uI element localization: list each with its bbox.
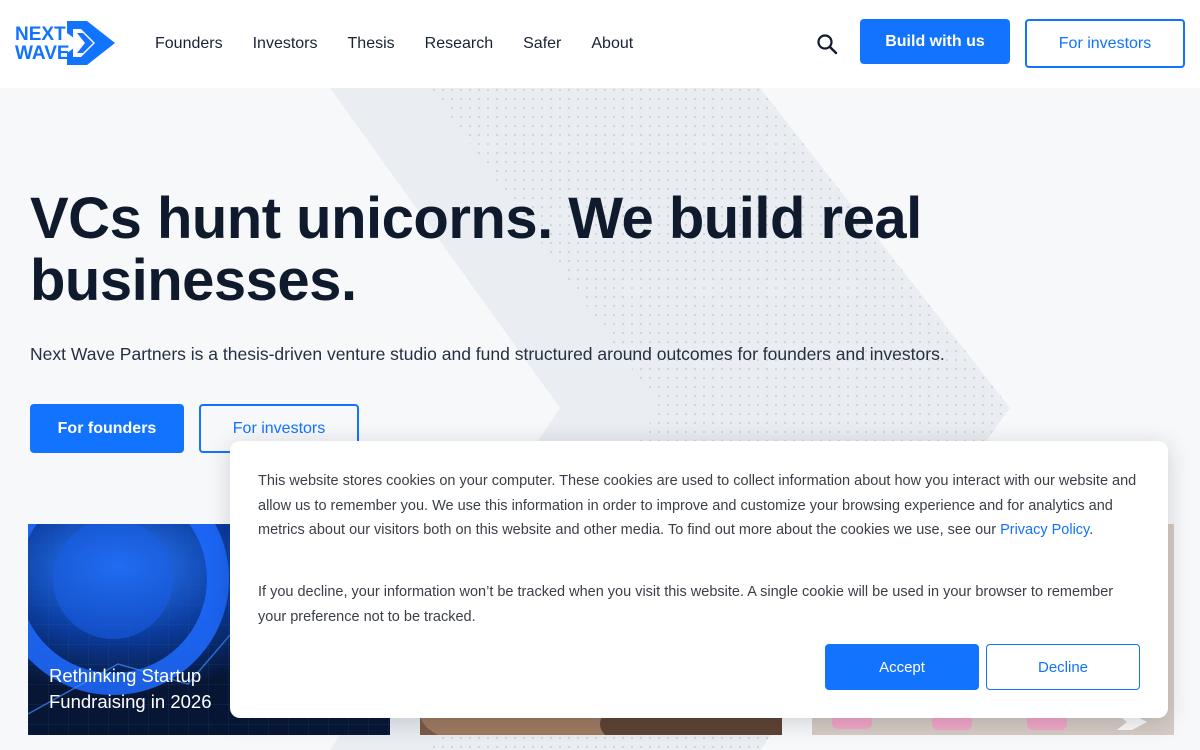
privacy-policy-link[interactable]: Privacy Policy [1000, 522, 1089, 538]
nav-thesis[interactable]: Thesis [348, 35, 395, 53]
build-with-us-button[interactable]: Build with us [860, 19, 1010, 64]
search-icon[interactable] [815, 32, 839, 56]
for-founders-button[interactable]: For founders [30, 404, 184, 453]
hero-title: VCs hunt unicorns. We build real busines… [30, 186, 922, 313]
cookie-consent-banner: This website stores cookies on your comp… [230, 441, 1168, 718]
nav-about[interactable]: About [591, 35, 633, 53]
nav-research[interactable]: Research [425, 35, 493, 53]
nav-investors[interactable]: Investors [253, 35, 318, 53]
next-wave-logo[interactable]: NEXT WAVE [15, 19, 115, 67]
decline-cookies-button[interactable]: Decline [986, 644, 1140, 690]
site-header: NEXT WAVE Founders Investors Thesis Rese… [0, 0, 1200, 88]
nav-safer[interactable]: Safer [523, 35, 561, 53]
cookie-text-primary: This website stores cookies on your comp… [258, 473, 1137, 538]
nav-founders[interactable]: Founders [155, 35, 223, 53]
accept-cookies-button[interactable]: Accept [825, 644, 979, 690]
svg-text:WAVE: WAVE [15, 43, 70, 64]
svg-text:NEXT: NEXT [15, 24, 66, 45]
main-nav: Founders Investors Thesis Research Safer… [155, 0, 633, 88]
cookie-text-secondary: If you decline, your information won’t b… [258, 584, 1114, 625]
card-title: Rethinking Startup Fundraising in 2026 [49, 665, 212, 712]
hero-subtitle: Next Wave Partners is a thesis-driven ve… [30, 344, 945, 364]
header-for-investors-button[interactable]: For investors [1025, 19, 1185, 68]
